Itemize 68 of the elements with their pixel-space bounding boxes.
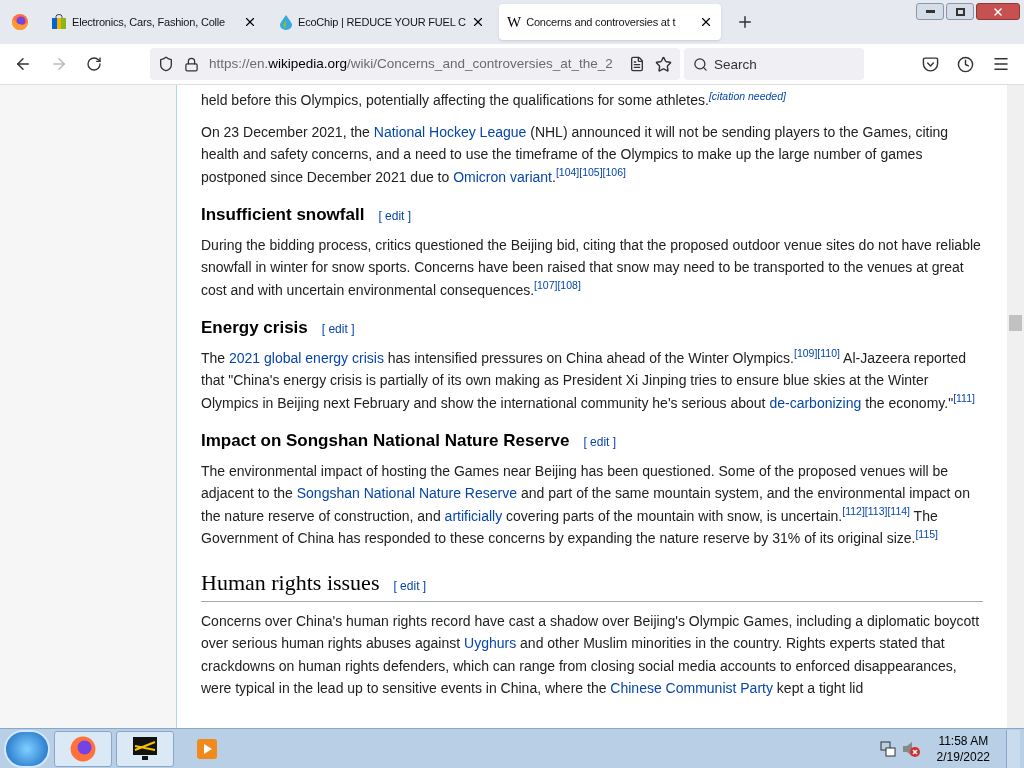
tab-title: EcoChip | REDUCE YOUR FUEL C bbox=[298, 14, 466, 30]
reference-link[interactable]: [104][105][106] bbox=[555, 166, 626, 179]
section-heading: Energy crisis bbox=[201, 317, 308, 339]
section-heading: Insufficient snowfall bbox=[201, 204, 365, 226]
history-icon[interactable] bbox=[957, 55, 974, 73]
clock-date: 2/19/2022 bbox=[936, 748, 990, 765]
url-text: https://en.wikipedia.org/wiki/Concerns_and_controversies_at_the_2 bbox=[209, 54, 614, 73]
minimize-button[interactable] bbox=[916, 3, 944, 20]
edit-link[interactable]: [ edit ] bbox=[583, 433, 617, 451]
reference-link[interactable]: [112][113][114] bbox=[842, 505, 910, 518]
paragraph: The environmental impact of hosting the Games near Beijing has been questioned. Some of the proposed venues will be adjacent to the Songshan National Nature Reserve and part of the same mountain system, and the environmental impact on the nature reserve of construction, and artificially covering parts of the mountain with snow, is uncertain.$^{[112][113][114]}$ The Government of China has responded to these concerns by expanding the nature reserve by 31% of its original size.$^{[115]}$ bbox=[201, 461, 971, 548]
drop-icon bbox=[279, 14, 293, 30]
network-icon[interactable] bbox=[878, 739, 897, 758]
clock-time: 11:58 AM bbox=[938, 732, 989, 749]
reference-link[interactable]: [109][110] bbox=[794, 347, 840, 360]
tab-title: Electronics, Cars, Fashion, Colle bbox=[72, 14, 226, 30]
browser-logo-icon[interactable] bbox=[11, 13, 29, 31]
muted-speaker-icon[interactable] bbox=[900, 739, 921, 758]
browser-tab[interactable]: W Concerns and controversies at t bbox=[499, 4, 721, 40]
browser-tab[interactable]: EcoChip | REDUCE YOUR FUEL C bbox=[271, 4, 493, 40]
link[interactable]: Omicron variant bbox=[453, 168, 552, 185]
link[interactable]: Songshan National Nature Reserve bbox=[296, 485, 517, 501]
close-icon[interactable] bbox=[699, 15, 713, 29]
search-icon bbox=[693, 57, 708, 72]
scrollbar[interactable] bbox=[1007, 85, 1024, 728]
tab-title: Concerns and controversies at t bbox=[526, 14, 677, 30]
browser-logo-icon bbox=[69, 734, 97, 763]
paragraph: On 23 December 2021, the National Hockey League (NHL) announced it will not be sending players to the Games, citing health and safety concerns, and a need to use the timeframe of the Olympics to make up the large number of games postponed since December 2021 due to Omicron variant.$^{[104][105][106]}$ bbox=[201, 122, 950, 187]
browser-tab[interactable]: Electronics, Cars, Fashion, Colle bbox=[43, 4, 265, 40]
reload-icon[interactable] bbox=[86, 56, 102, 72]
new-tab-icon[interactable] bbox=[736, 13, 754, 31]
edit-link[interactable]: [ edit ] bbox=[378, 207, 412, 225]
menu-icon[interactable] bbox=[992, 55, 1010, 73]
back-icon[interactable] bbox=[14, 55, 32, 73]
link[interactable]: Chinese Communist Party bbox=[610, 680, 773, 696]
reader-view-icon[interactable] bbox=[629, 56, 645, 72]
shopping-bag-icon bbox=[51, 14, 67, 30]
edit-link[interactable]: [ edit ] bbox=[321, 320, 355, 338]
reference-link[interactable]: [115] bbox=[915, 527, 938, 540]
taskbar-button[interactable] bbox=[116, 730, 174, 767]
paragraph: Concerns over China's human rights record have cast a shadow over Beijing's Olympic Games, including a diplomatic boycott over serious human rights abuses against Uyghurs and other Muslim minorities in the country. Rights experts stated that crackdowns on human rights defenders, which can range from closing social media accounts to enforced disappearances, were typical in the lead up to sensitive events in China, where the Chinese Communist Party kept a tight lid bbox=[201, 611, 981, 698]
paragraph: The 2021 global energy crisis has intensified pressures on China ahead of the Winter Olympics.$^{[109][110]}$ Al-Jazeera reported that "China's energy crisis is partially of its own making as President Xi Jinping tries to ensure blue skies at the Winter Olympics in Beijing next February and show the international community he's serious about de-carbonizing the economy."$^{[111]}$ bbox=[201, 346, 976, 413]
reference-link[interactable]: [citation needed] bbox=[708, 89, 786, 102]
address-bar[interactable]: https://en.wikipedia.org/wiki/Concerns_and_controversies_at_the_2 bbox=[150, 48, 680, 80]
paragraph: held before this Olympics, potentially affecting the qualifications for some athletes.$^{[citation needed]}$ bbox=[201, 89, 787, 110]
shield-icon bbox=[158, 56, 174, 72]
search-field[interactable]: Search bbox=[684, 48, 864, 80]
reference-link[interactable]: [111] bbox=[953, 392, 975, 405]
w-icon: W bbox=[507, 14, 522, 30]
link[interactable]: Uyghurs bbox=[464, 635, 517, 651]
pocket-icon[interactable] bbox=[922, 55, 939, 73]
start-button[interactable] bbox=[4, 729, 50, 768]
section-heading: Human rights issues bbox=[201, 568, 380, 597]
paragraph: During the bidding process, critics questioned the Beijing bid, citing that the proposed outdoor venue sites do not have reliable snowfall in winter for snow sports. Concerns have been raised that snow may need to be transported to the venues at great cost and with uncertain environmental consequences.$^{[107][108]}$ bbox=[201, 235, 982, 300]
lock-icon bbox=[184, 56, 199, 72]
section-heading: Impact on Songshan National Nature Reserve bbox=[201, 430, 570, 452]
restore-button[interactable] bbox=[946, 3, 974, 20]
reference-link[interactable]: [107][108] bbox=[534, 279, 581, 292]
close-icon[interactable] bbox=[243, 15, 257, 29]
bookmark-star-icon[interactable] bbox=[655, 55, 672, 73]
close-icon[interactable] bbox=[471, 15, 485, 29]
close-window-button[interactable] bbox=[976, 3, 1020, 20]
close-icon bbox=[992, 5, 1004, 18]
link[interactable]: 2021 global energy crisis bbox=[229, 349, 384, 366]
link[interactable]: artificially bbox=[444, 507, 503, 524]
edit-link[interactable]: [ edit ] bbox=[393, 576, 427, 595]
link[interactable]: National Hockey League bbox=[373, 123, 527, 140]
link[interactable]: de-carbonizing bbox=[769, 394, 862, 411]
